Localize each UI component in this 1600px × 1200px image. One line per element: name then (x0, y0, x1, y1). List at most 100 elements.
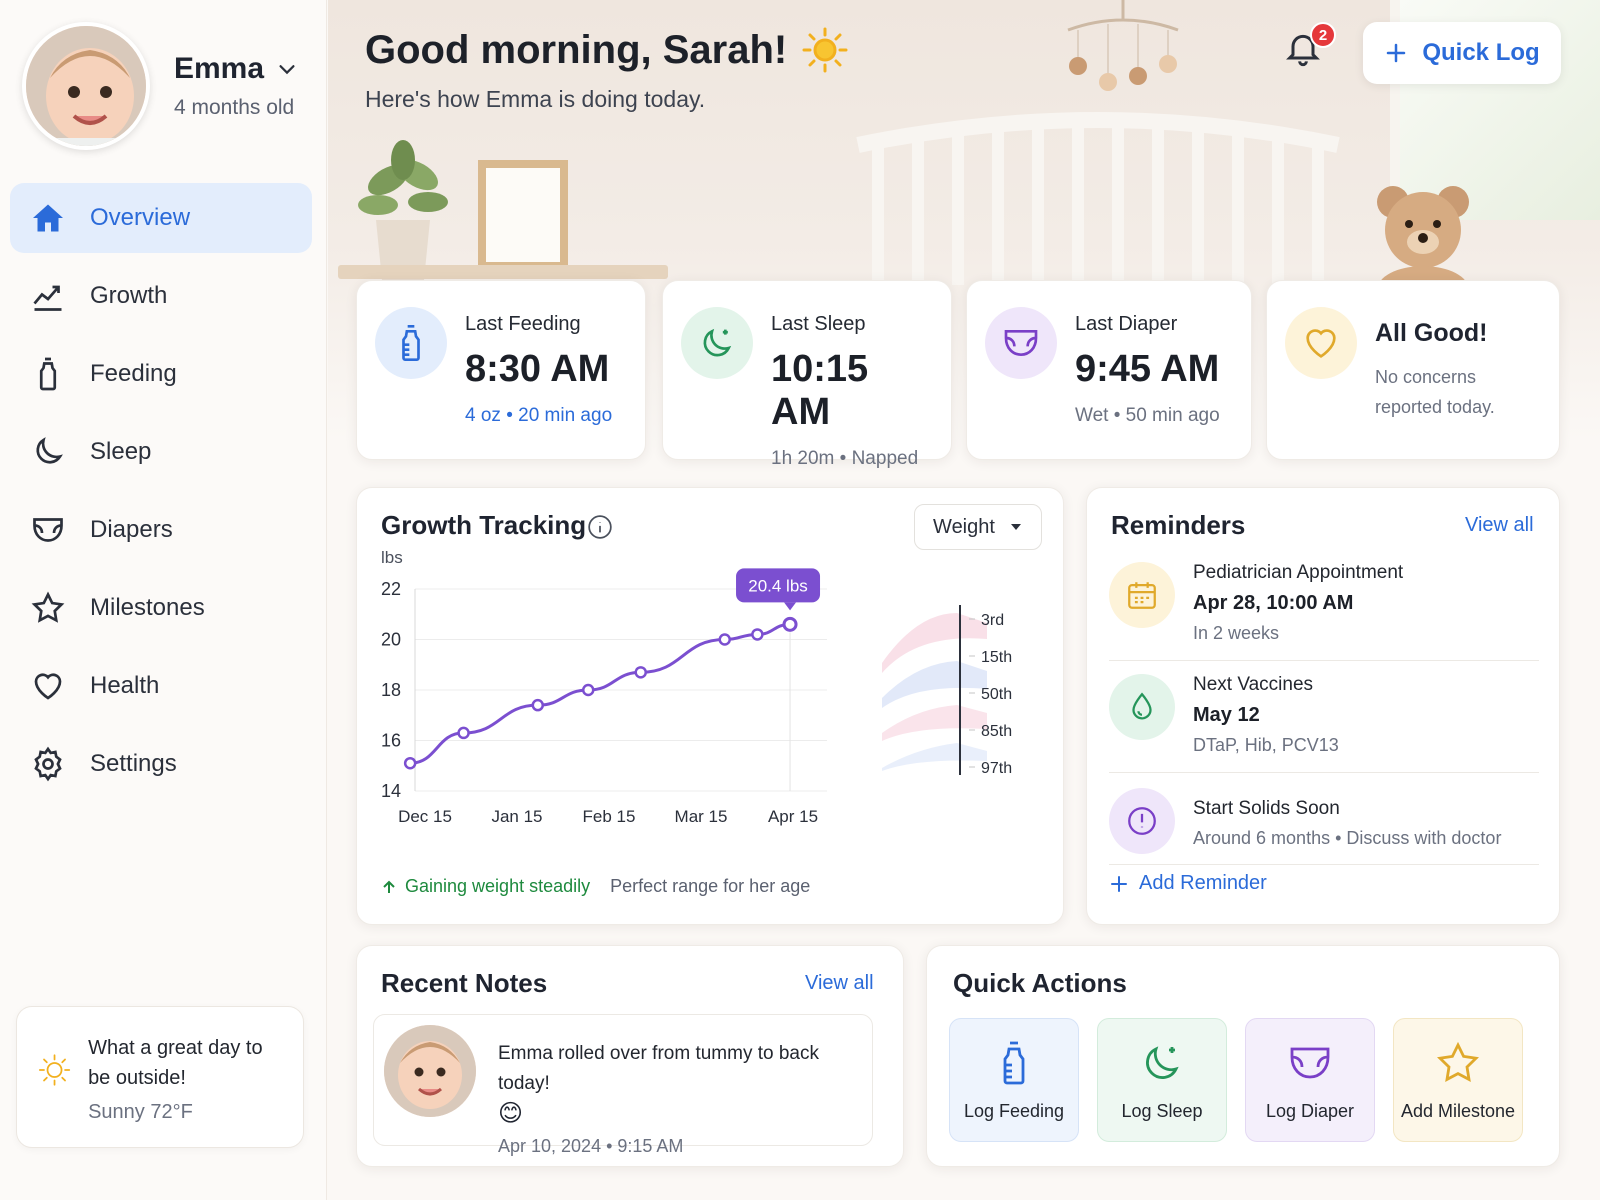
add-milestone-button[interactable]: Add Milestone (1393, 1018, 1523, 1142)
weight-data-point (531, 698, 545, 712)
reminder-icon-circle (1109, 674, 1175, 740)
weather-message: What a great day to be outside! (88, 1037, 263, 1089)
profile-switcher[interactable]: Emma 4 months old (22, 22, 298, 150)
chart-line-icon (33, 285, 62, 311)
chevron-down-icon[interactable] (276, 58, 298, 80)
sidebar-item-feeding[interactable]: Feeding (10, 339, 312, 409)
shelf-illustration (338, 265, 668, 279)
bottle-icon (402, 325, 420, 361)
stat-label: Last Feeding (465, 313, 581, 335)
crib-mobile-illustration (1067, 0, 1179, 91)
quick-log-button[interactable]: Quick Log (1363, 22, 1561, 84)
metric-selected: Weight (933, 515, 995, 538)
calendar-icon (1128, 582, 1156, 609)
avatar (22, 22, 150, 150)
status-card: All Good! No concerns reported today. (1266, 280, 1560, 460)
reminder-item-solids[interactable]: Start Solids Soon Around 6 months • Disc… (1109, 788, 1539, 854)
y-tick-label: 16 (381, 731, 401, 751)
sidebar-item-label: Growth (90, 282, 168, 309)
reminder-item-appointment[interactable]: Pediatrician Appointment Apr 28, 10:00 A… (1109, 562, 1539, 644)
percentile-label: 3rd (981, 612, 1004, 629)
y-tick-label: 20 (381, 630, 401, 650)
stat-detail: Wet • 50 min ago (1075, 405, 1220, 426)
sidebar-item-settings[interactable]: Settings (10, 729, 312, 799)
heart-icon (34, 673, 62, 700)
feeding-icon-circle (375, 307, 447, 379)
growth-summary: Gaining weight steadily Perfect range fo… (381, 876, 810, 897)
log-feeding-button[interactable]: Log Feeding (949, 1018, 1079, 1142)
weight-data-point (403, 756, 417, 770)
notes-view-all-link[interactable]: View all (805, 972, 874, 995)
last-feeding-card[interactable]: Last Feeding 8:30 AM 4 oz • 20 min ago (356, 280, 646, 460)
info-icon[interactable] (587, 514, 613, 540)
quick-actions-title: Quick Actions (953, 968, 1127, 998)
reminders-title: Reminders (1111, 510, 1246, 540)
reminder-title: Next Vaccines (1193, 674, 1314, 695)
moon-icon (36, 437, 63, 464)
stat-value: 10:15 AM (771, 348, 869, 433)
weight-data-point (718, 633, 731, 646)
home-icon (33, 204, 63, 232)
notification-badge: 2 (1310, 22, 1336, 48)
log-sleep-button[interactable]: Log Sleep (1097, 1018, 1227, 1142)
weather-detail: Sunny 72°F (88, 1101, 193, 1123)
quick-action-label: Log Diaper (1265, 1100, 1355, 1121)
sidebar-item-label: Feeding (90, 360, 177, 387)
weight-data-point (581, 683, 595, 697)
plus-icon (1387, 43, 1406, 63)
growth-trend: Gaining weight steadily (381, 876, 590, 897)
sidebar-item-label: Health (90, 672, 160, 699)
arrow-up-icon (383, 880, 395, 893)
picture-frame-illustration (478, 160, 568, 270)
sidebar-item-milestones[interactable]: Milestones (10, 573, 312, 643)
percentile-label: 85th (981, 723, 1012, 740)
sidebar-item-label: Sleep (90, 438, 152, 465)
diaper-icon (1290, 1047, 1330, 1078)
divider (1109, 772, 1539, 773)
reminder-item-vaccines[interactable]: Next Vaccines May 12 DTaP, Hib, PCV13 (1109, 674, 1539, 756)
stat-detail: 1h 20m • Napped (771, 448, 919, 469)
sidebar-item-diapers[interactable]: Diapers (10, 495, 312, 565)
sidebar-item-overview[interactable]: Overview (10, 183, 312, 253)
stat-detail: 4 oz • 20 min ago (465, 405, 613, 426)
growth-title: Growth Tracking (381, 510, 587, 540)
percentile-label: 50th (981, 686, 1012, 703)
weight-series-line (410, 622, 791, 765)
y-tick-label: 22 (381, 579, 401, 599)
x-tick-label: Dec 15 (398, 807, 452, 826)
child-age: 4 months old (174, 96, 295, 119)
sun-icon (802, 27, 848, 73)
star-icon (1436, 1041, 1480, 1082)
y-tick-label: 14 (381, 781, 401, 801)
log-diaper-button[interactable]: Log Diaper (1245, 1018, 1375, 1142)
sidebar-item-label: Settings (90, 750, 177, 777)
teddy-bear-illustration (1377, 186, 1469, 290)
last-sleep-card[interactable]: Last Sleep 10:15 AM 1h 20m • Napped (662, 280, 952, 469)
page-title: Good morning, Sarah! (365, 27, 788, 72)
reminder-title: Start Solids Soon (1193, 798, 1340, 819)
sun-icon (38, 1054, 71, 1086)
sidebar-item-sleep[interactable]: Sleep (10, 417, 312, 487)
moon-icon (703, 328, 732, 357)
reminder-icon-circle (1109, 562, 1175, 628)
value-callout-pointer (784, 602, 797, 611)
stat-label: Last Sleep (771, 313, 866, 335)
y-axis-unit: lbs (381, 548, 403, 567)
divider (1109, 864, 1539, 865)
alert-circle-icon (1128, 807, 1156, 835)
greeting: Good morning, Sarah! Here's how Emma is … (365, 26, 849, 113)
last-diaper-card[interactable]: Last Diaper 9:45 AM Wet • 50 min ago (966, 280, 1252, 460)
growth-range-note: Perfect range for her age (610, 876, 811, 896)
diaper-icon (33, 518, 63, 542)
note-item[interactable]: Emma rolled over from tummy to back toda… (373, 1014, 873, 1156)
weight-data-point (457, 726, 470, 740)
x-tick-label: Feb 15 (583, 807, 636, 826)
plus-icon (1111, 875, 1127, 892)
sidebar-item-health[interactable]: Health (10, 651, 312, 721)
page-subtitle: Here's how Emma is doing today. (365, 86, 706, 112)
add-reminder-button[interactable]: Add Reminder (1109, 872, 1267, 895)
notifications-button[interactable]: 2 (1283, 22, 1336, 74)
note-text: Emma rolled over from tummy to back toda… (498, 1043, 819, 1094)
reminders-view-all-link[interactable]: View all (1465, 514, 1534, 537)
sidebar-item-growth[interactable]: Growth (10, 261, 312, 331)
